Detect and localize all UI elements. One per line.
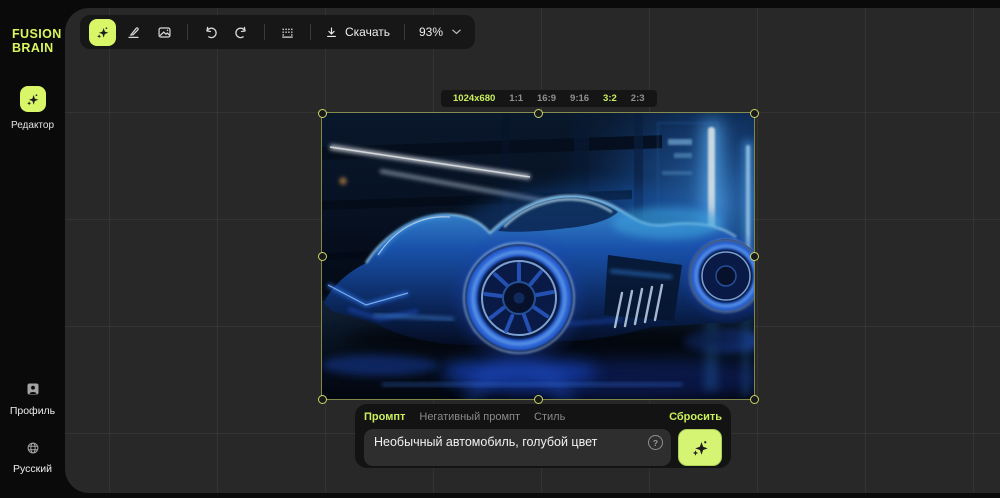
ratio-1-1[interactable]: 1:1 [502, 90, 530, 107]
redo-icon [234, 25, 249, 40]
undo-icon [203, 25, 218, 40]
neon-car-artwork [322, 113, 754, 399]
resolution-value: 1024x680 [446, 90, 502, 107]
info-icon[interactable]: ? [648, 435, 663, 450]
pixel-grid-icon [280, 25, 295, 40]
eraser-tool-button[interactable] [120, 19, 147, 46]
sidebar: FUSIONBRAIN Редактор Профиль [0, 0, 65, 498]
editor-button[interactable] [20, 86, 46, 112]
generate-tool-button[interactable] [89, 19, 116, 46]
tab-style[interactable]: Стиль [534, 411, 565, 423]
download-label: Скачать [345, 25, 390, 39]
selection-handle-top-middle[interactable] [534, 109, 543, 118]
pixel-grid-button[interactable] [274, 19, 301, 46]
download-button[interactable]: Скачать [318, 25, 397, 39]
ratio-9-16[interactable]: 9:16 [563, 90, 596, 107]
sparkles-icon [25, 92, 40, 107]
sidebar-item-editor[interactable]: Редактор [0, 86, 65, 131]
logo-line2: BRAIN [12, 41, 54, 55]
profile-icon [25, 381, 41, 397]
generated-image[interactable] [322, 113, 754, 399]
prompt-text-value: Необычный автомобиль, голубой цвет [374, 435, 597, 449]
profile-label: Профиль [10, 405, 55, 417]
prompt-tabs: Промпт Негативный промпт Стиль Сбросить [364, 411, 722, 423]
selection-handle-top-right[interactable] [750, 109, 759, 118]
sidebar-item-profile[interactable]: Профиль [0, 381, 65, 417]
language-label: Русский [13, 463, 52, 475]
toolbar-divider [310, 24, 311, 40]
selection-handle-middle-right[interactable] [750, 252, 759, 261]
aspect-ratio-bar: 1024x680 1:1 16:9 9:16 3:2 2:3 [441, 90, 657, 107]
toolbar-divider [264, 24, 265, 40]
reset-button[interactable]: Сбросить [669, 411, 722, 423]
ratio-2-3[interactable]: 2:3 [624, 90, 652, 107]
sparkles-icon [690, 438, 710, 458]
toolbar-divider [404, 24, 405, 40]
download-icon [325, 26, 338, 39]
toolbar-divider [187, 24, 188, 40]
image-tool-button[interactable] [151, 19, 178, 46]
sidebar-item-language[interactable]: Русский [0, 441, 65, 475]
zoom-value: 93% [419, 25, 443, 39]
editor-label: Редактор [11, 120, 54, 131]
toolbar: Скачать 93% [80, 15, 475, 49]
prompt-panel: Промпт Негативный промпт Стиль Сбросить … [355, 404, 731, 468]
ratio-16-9[interactable]: 16:9 [530, 90, 563, 107]
redo-button[interactable] [228, 19, 255, 46]
undo-button[interactable] [197, 19, 224, 46]
logo-line1: FUSION [12, 27, 62, 41]
selection-handle-bottom-left[interactable] [318, 395, 327, 404]
eraser-icon [126, 25, 141, 40]
selection-handle-top-left[interactable] [318, 109, 327, 118]
image-icon [157, 25, 172, 40]
zoom-dropdown[interactable]: 93% [412, 25, 468, 39]
prompt-input[interactable]: Необычный автомобиль, голубой цвет ? [364, 429, 671, 466]
selection-handle-bottom-right[interactable] [750, 395, 759, 404]
selection-handle-middle-left[interactable] [318, 252, 327, 261]
selection-handle-bottom-middle[interactable] [534, 395, 543, 404]
chevron-down-icon [452, 29, 461, 35]
tab-negative-prompt[interactable]: Негативный промпт [419, 411, 520, 423]
tab-prompt[interactable]: Промпт [364, 411, 405, 423]
sparkles-icon [95, 25, 110, 40]
globe-icon [26, 441, 40, 455]
app-window: FUSIONBRAIN Редактор Профиль [0, 0, 1000, 498]
generate-button[interactable] [678, 429, 722, 466]
ratio-3-2-selected[interactable]: 3:2 [596, 90, 624, 107]
app-logo: FUSIONBRAIN [12, 27, 62, 55]
